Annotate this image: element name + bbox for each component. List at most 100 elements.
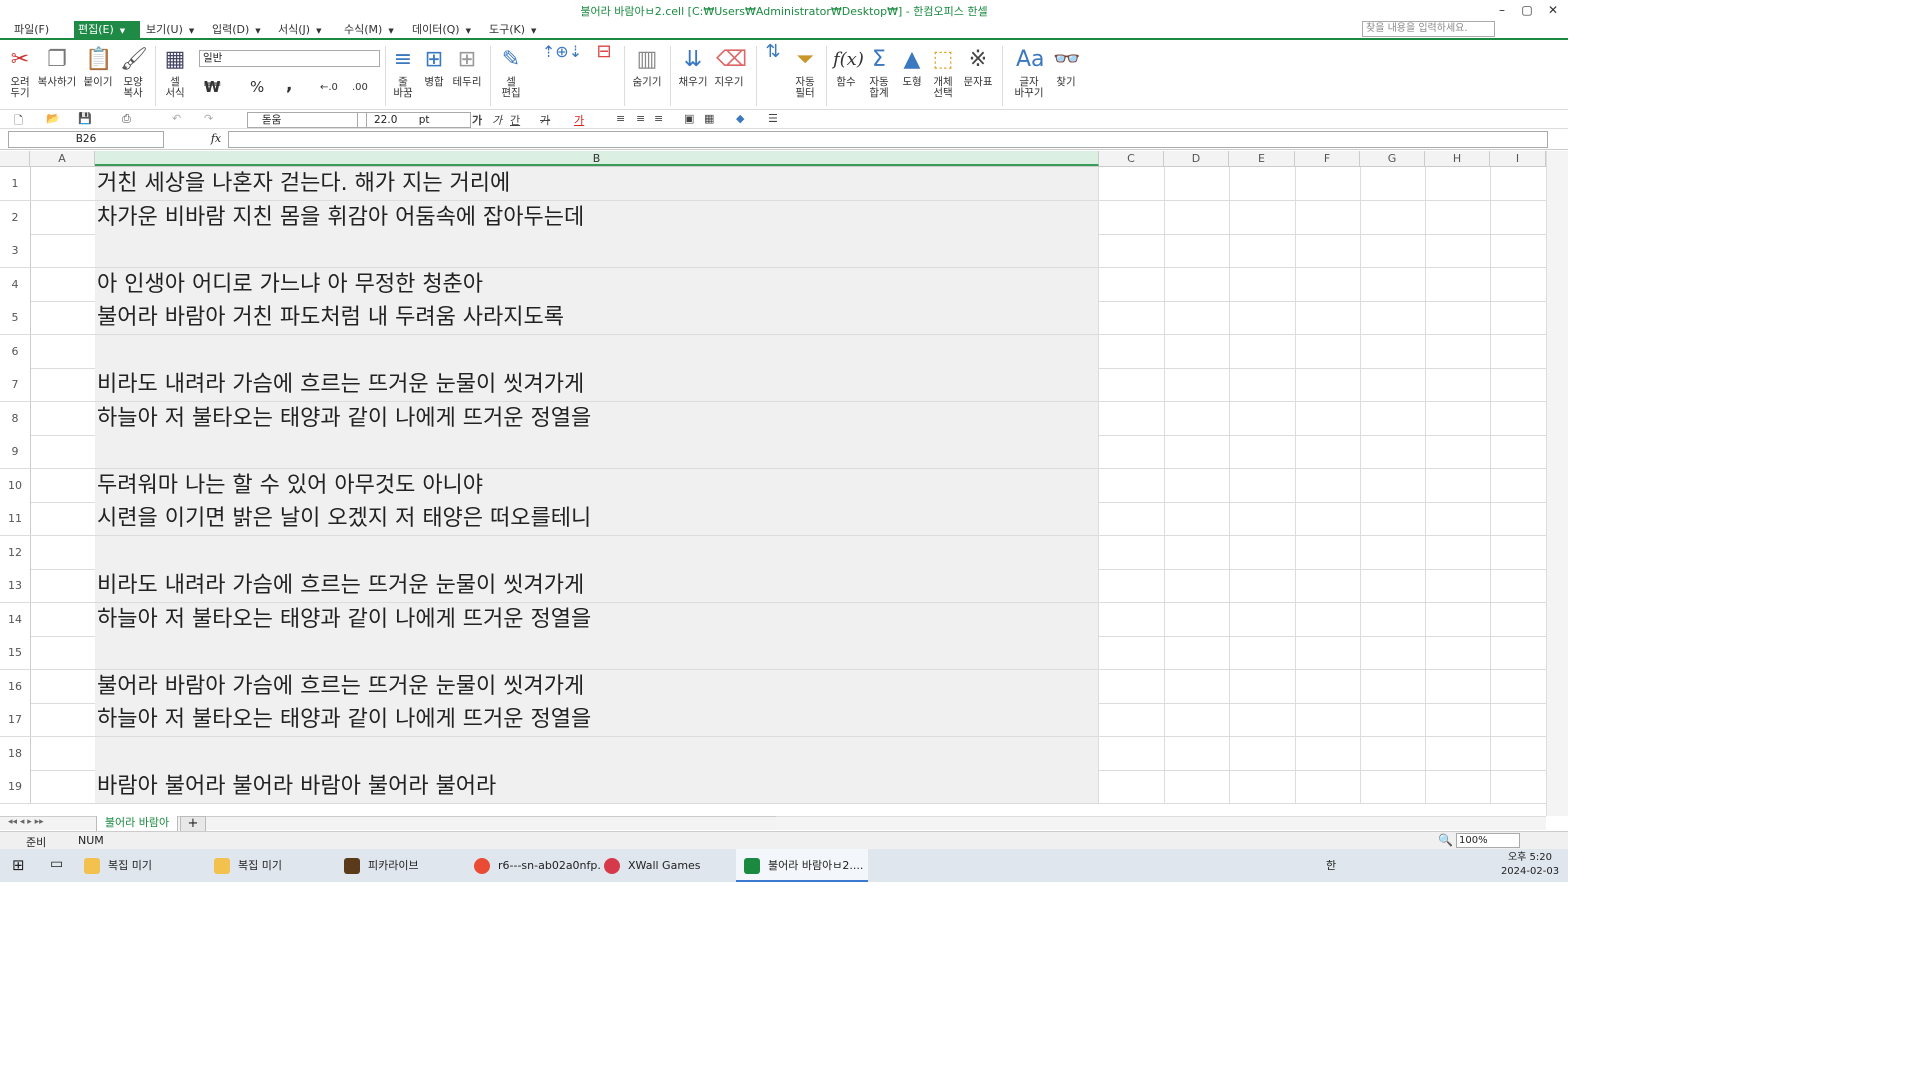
row-header[interactable]: 18 [0, 736, 31, 770]
menu-input[interactable]: 입력(D) ▼ [208, 22, 265, 38]
comma-button[interactable]: , [286, 77, 292, 94]
save-icon[interactable]: 💾 [78, 112, 92, 125]
cell[interactable] [1490, 167, 1546, 200]
row-header[interactable]: 13 [0, 569, 31, 602]
cell-b[interactable] [95, 435, 1099, 468]
column-header[interactable]: I [1490, 151, 1546, 166]
column-header[interactable]: D [1164, 151, 1229, 166]
cell[interactable] [1099, 200, 1165, 234]
cell[interactable] [1229, 200, 1296, 234]
formula-input[interactable] [228, 131, 1548, 148]
cell[interactable] [1360, 535, 1426, 569]
cell[interactable] [1229, 736, 1296, 770]
column-header[interactable]: H [1425, 151, 1490, 166]
cell[interactable] [1295, 200, 1361, 234]
cell[interactable] [1099, 770, 1165, 803]
cell-a[interactable] [30, 636, 96, 669]
cell[interactable] [1295, 401, 1361, 435]
cell-a[interactable] [30, 435, 96, 468]
cell[interactable] [1099, 301, 1165, 334]
clear-button[interactable]: ⌫ 지우기 [712, 46, 748, 88]
tab-nav-icons[interactable]: ◂◂ ◂ ▸ ▸▸ [8, 817, 44, 827]
open-icon[interactable]: 📂 [46, 112, 60, 125]
cell[interactable] [1425, 703, 1491, 736]
bold-button[interactable]: 가 [472, 112, 482, 128]
cell[interactable] [1360, 770, 1426, 803]
cell-a[interactable] [30, 736, 96, 770]
cell[interactable] [1229, 435, 1296, 468]
auto-sum-button[interactable]: Σ 자동 합계 [864, 46, 894, 99]
taskbar-item[interactable]: 불어라 바람아ㅂ2.... [736, 849, 868, 882]
cell[interactable] [1425, 468, 1491, 502]
cell-a[interactable] [30, 535, 96, 569]
cell[interactable] [1229, 234, 1296, 267]
cell[interactable] [1490, 301, 1546, 334]
cell[interactable] [1229, 703, 1296, 736]
cell-b[interactable]: 불어라 바람아 가슴에 흐르는 뜨거운 눈물이 씻겨가게 [95, 669, 1099, 703]
cell[interactable] [1490, 469, 1546, 502]
menu-edit[interactable]: 편집(E) ▼ [74, 21, 140, 39]
column-header[interactable]: G [1360, 151, 1425, 166]
cell-b[interactable] [95, 234, 1099, 267]
format-copy-button[interactable]: 🖌 모양 복사 [118, 46, 148, 99]
print-icon[interactable]: ⎙ [122, 112, 131, 126]
row-header[interactable]: 17 [0, 703, 31, 736]
cell[interactable] [1099, 167, 1165, 200]
cell[interactable] [1099, 368, 1165, 401]
number-format-select[interactable]: 일반 [199, 50, 380, 67]
select-all-corner[interactable] [0, 151, 30, 166]
cell[interactable] [1229, 535, 1296, 569]
fill-button[interactable]: ⇊ 채우기 [676, 46, 710, 88]
replace-button[interactable]: Aa 글자 바꾸기 [1010, 46, 1048, 99]
cell-b[interactable]: 하늘아 저 불타오는 태양과 같이 나에게 뜨거운 정열을 [95, 602, 1099, 636]
symbol-button[interactable]: ※ 문자표 [962, 46, 994, 88]
row-header[interactable]: 8 [0, 401, 31, 435]
cell[interactable] [1229, 401, 1296, 435]
cell[interactable] [1164, 703, 1230, 736]
cell[interactable] [1295, 368, 1361, 401]
cell-edit-button[interactable]: ✎ 셀 편집 [496, 46, 526, 99]
cell-b[interactable] [95, 535, 1099, 569]
cell[interactable] [1164, 535, 1230, 569]
cell-b[interactable]: 하늘아 저 불타오는 태양과 같이 나에게 뜨거운 정열을 [95, 703, 1099, 736]
cell[interactable] [1295, 502, 1361, 535]
row-header[interactable]: 7 [0, 368, 31, 401]
cell[interactable] [1295, 602, 1361, 636]
cell[interactable] [1099, 736, 1165, 770]
row-header[interactable]: 9 [0, 435, 31, 468]
cut-button[interactable]: ✂ 오려 두기 [6, 46, 34, 99]
cell[interactable] [1295, 535, 1361, 569]
cell[interactable] [1425, 669, 1491, 703]
cell-a[interactable] [30, 401, 96, 435]
cell[interactable] [1295, 334, 1361, 368]
undo-icon[interactable]: ↶ [172, 112, 181, 125]
underline-button[interactable]: 간 [510, 112, 520, 128]
cell-a[interactable] [30, 502, 96, 535]
cell[interactable] [1360, 234, 1426, 267]
cell-b[interactable]: 비라도 내려라 가슴에 흐르는 뜨거운 눈물이 씻겨가게 [95, 368, 1099, 401]
cell[interactable] [1490, 201, 1546, 234]
cell[interactable] [1490, 234, 1546, 267]
cell[interactable] [1425, 435, 1491, 468]
zoom-select[interactable]: 100% [1456, 833, 1520, 848]
cell[interactable] [1164, 468, 1230, 502]
taskbar-item[interactable]: r6---sn-ab02a0nfp... [474, 849, 602, 882]
taskbar-item[interactable]: 복집 미기 [214, 849, 342, 882]
object-select-button[interactable]: ⬚ 개체 선택 [928, 46, 958, 99]
cell[interactable] [1099, 435, 1165, 468]
cell[interactable] [1490, 569, 1546, 602]
cell[interactable] [1229, 602, 1296, 636]
ime-indicator[interactable]: 한 [1326, 857, 1336, 873]
cell[interactable] [1425, 334, 1491, 368]
cell[interactable] [1229, 468, 1296, 502]
cell[interactable] [1295, 167, 1361, 200]
row-header[interactable]: 10 [0, 468, 31, 502]
cell[interactable] [1099, 669, 1165, 703]
cell-a[interactable] [30, 234, 96, 267]
cell[interactable] [1229, 770, 1296, 803]
cell[interactable] [1425, 636, 1491, 669]
cell[interactable] [1295, 703, 1361, 736]
cell-b[interactable]: 바람아 불어라 불어라 바람아 불어라 불어라 [95, 770, 1099, 803]
column-header[interactable]: E [1229, 151, 1295, 166]
cell[interactable] [1425, 301, 1491, 334]
